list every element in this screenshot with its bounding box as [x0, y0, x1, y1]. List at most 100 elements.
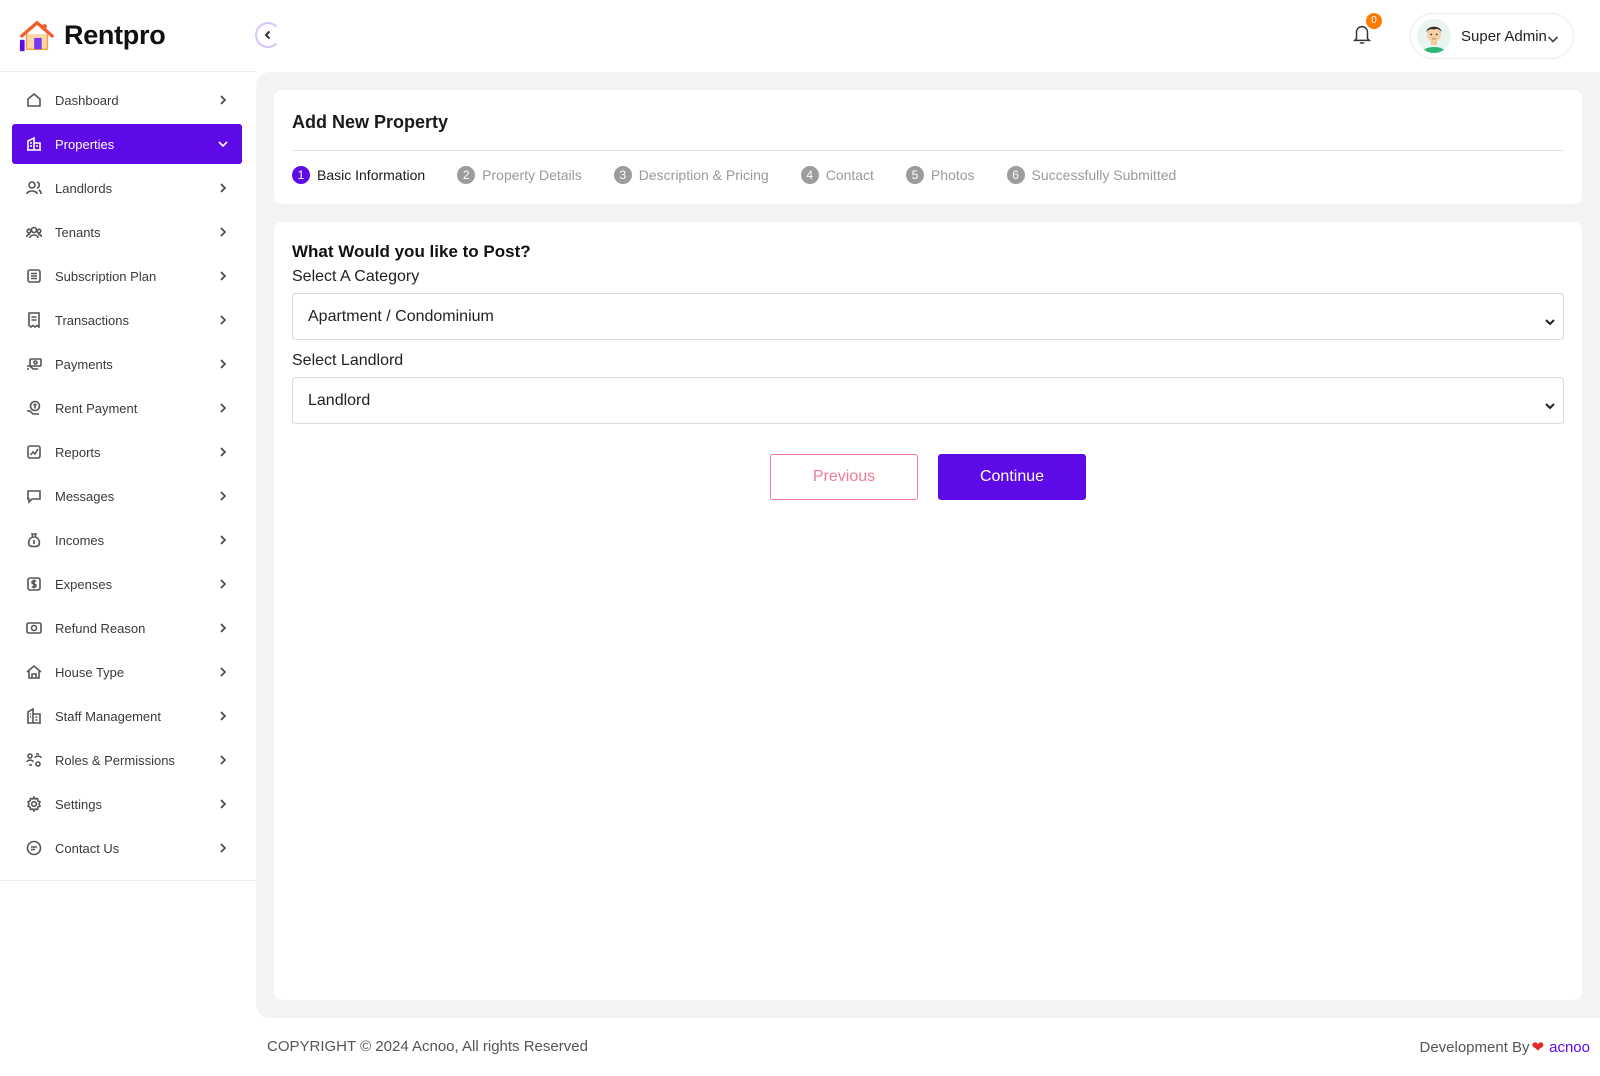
- sidebar-item-label: House Type: [55, 664, 125, 680]
- property-wizard-header: Add New Property 1 Basic Information 2 P…: [274, 90, 1582, 204]
- chevron-right-icon: [218, 93, 228, 105]
- category-label: Select A Category: [292, 268, 420, 285]
- money-bag-icon: [26, 532, 42, 548]
- brand[interactable]: Rentpro: [0, 0, 256, 72]
- sidebar-item-messages[interactable]: Messages: [12, 476, 242, 516]
- chevron-right-icon: [218, 577, 228, 589]
- chevron-right-icon: [218, 665, 228, 677]
- footer-brand-link[interactable]: acnoo: [1549, 1039, 1590, 1056]
- page-title: Add New Property: [292, 112, 449, 132]
- sidebar-item-label: Settings: [55, 796, 102, 812]
- previous-button[interactable]: Previous: [770, 454, 918, 500]
- landlord-selected-value: Landlord: [308, 391, 371, 409]
- refund-icon: [26, 620, 42, 636]
- divider: [292, 150, 1564, 151]
- continue-button[interactable]: Continue: [938, 454, 1086, 500]
- sidebar-nav: Dashboard Properties Landlords Tenants S: [0, 72, 256, 881]
- footer-dev-prefix: Development By: [1419, 1038, 1530, 1056]
- sidebar-item-properties[interactable]: Properties: [12, 124, 242, 164]
- chevron-right-icon: [218, 709, 228, 721]
- sidebar-item-label: Incomes: [55, 532, 105, 548]
- chevron-right-icon: [218, 533, 228, 545]
- step-contact[interactable]: 4 Contact: [800, 166, 874, 184]
- sidebar-item-rent-payment[interactable]: Rent Payment: [12, 388, 242, 428]
- sidebar-item-label: Landlords: [55, 180, 113, 196]
- sidebar-item-label: Refund Reason: [55, 620, 146, 636]
- step-label: Description & Pricing: [638, 167, 769, 183]
- heart-icon: ❤: [1531, 1039, 1545, 1056]
- sidebar-item-house-type[interactable]: House Type: [12, 652, 242, 692]
- sidebar-item-refund-reason[interactable]: Refund Reason: [12, 608, 242, 648]
- step-photos[interactable]: 5 Photos: [905, 166, 975, 184]
- footer-credit: Development By ❤ acnoo: [1419, 1038, 1590, 1057]
- users-icon: [26, 180, 42, 196]
- step-number: 5: [905, 166, 924, 184]
- sidebar: Rentpro Dashboard Properties Landlords T…: [0, 0, 256, 1076]
- chevron-right-icon: [218, 401, 228, 413]
- report-icon: [26, 444, 42, 460]
- sidebar-item-label: Staff Management: [55, 708, 161, 724]
- avatar: [1417, 19, 1451, 53]
- step-number: 2: [457, 166, 476, 184]
- user-name: Super Admin: [1461, 27, 1547, 45]
- message-icon: [26, 488, 42, 504]
- step-description-pricing[interactable]: 3 Description & Pricing: [613, 166, 769, 184]
- chevron-right-icon: [218, 181, 228, 193]
- building-icon: [26, 136, 42, 152]
- chevron-right-icon: [218, 841, 228, 853]
- chevron-down-icon: [1547, 31, 1559, 43]
- gear-icon: [26, 796, 42, 812]
- sidebar-item-landlords[interactable]: Landlords: [12, 168, 242, 208]
- payment-icon: [26, 356, 42, 372]
- chevron-right-icon: [218, 445, 228, 457]
- sidebar-item-label: Subscription Plan: [55, 268, 157, 284]
- sidebar-item-payments[interactable]: Payments: [12, 344, 242, 384]
- chevron-right-icon: [218, 269, 228, 281]
- landlord-select[interactable]: Landlord: [292, 377, 1564, 424]
- notification-count-badge: 0: [1366, 13, 1382, 29]
- step-number: 1: [292, 166, 310, 184]
- sidebar-item-subscription-plan[interactable]: Subscription Plan: [12, 256, 242, 296]
- sidebar-item-dashboard[interactable]: Dashboard: [12, 80, 242, 120]
- step-number: 6: [1006, 166, 1025, 184]
- sidebar-item-label: Messages: [55, 488, 115, 504]
- chevron-down-icon: [218, 137, 228, 149]
- roles-icon: [26, 752, 42, 768]
- rentpro-logo-icon: [19, 20, 54, 51]
- staff-icon: [26, 708, 42, 724]
- receipt-icon: [26, 312, 42, 328]
- landlord-label: Select Landlord: [292, 352, 404, 369]
- brand-name: Rentpro: [64, 20, 166, 50]
- sidebar-item-reports[interactable]: Reports: [12, 432, 242, 472]
- sidebar-item-label: Dashboard: [55, 92, 119, 108]
- chevron-right-icon: [218, 753, 228, 765]
- sidebar-item-incomes[interactable]: Incomes: [12, 520, 242, 560]
- sidebar-item-roles-permissions[interactable]: Roles & Permissions: [12, 740, 242, 780]
- chevron-right-icon: [218, 357, 228, 369]
- group-icon: [26, 224, 42, 240]
- chevron-right-icon: [218, 313, 228, 325]
- home-icon: [26, 92, 42, 108]
- step-label: Contact: [825, 167, 874, 183]
- step-label: Photos: [930, 167, 975, 183]
- list-icon: [26, 268, 42, 284]
- sidebar-item-transactions[interactable]: Transactions: [12, 300, 242, 340]
- user-menu[interactable]: Super Admin: [1410, 13, 1574, 59]
- step-property-details[interactable]: 2 Property Details: [457, 166, 582, 184]
- step-number: 3: [613, 166, 632, 184]
- sidebar-item-contact-us[interactable]: Contact Us: [12, 828, 242, 868]
- sidebar-item-label: Roles & Permissions: [55, 752, 175, 768]
- sidebar-item-expenses[interactable]: Expenses: [12, 564, 242, 604]
- category-select[interactable]: Apartment / Condominium: [292, 293, 1564, 340]
- step-successfully-submitted[interactable]: 6 Successfully Submitted: [1006, 166, 1176, 184]
- sidebar-collapse-button[interactable]: [255, 22, 281, 48]
- sidebar-item-label: Properties: [55, 136, 115, 152]
- chevron-down-icon: [1545, 313, 1555, 326]
- sidebar-item-tenants[interactable]: Tenants: [12, 212, 242, 252]
- expense-icon: [26, 576, 42, 592]
- step-basic-information[interactable]: 1 Basic Information: [292, 166, 425, 184]
- sidebar-item-staff-management[interactable]: Staff Management: [12, 696, 242, 736]
- sidebar-item-label: Transactions: [55, 312, 129, 328]
- sidebar-item-settings[interactable]: Settings: [12, 784, 242, 824]
- chevron-right-icon: [218, 797, 228, 809]
